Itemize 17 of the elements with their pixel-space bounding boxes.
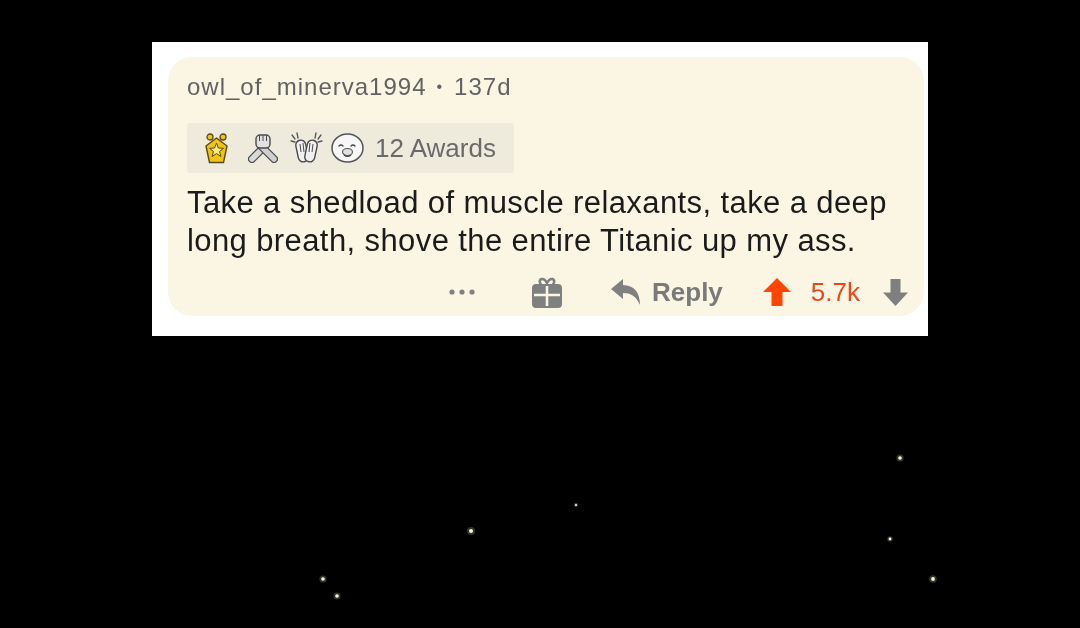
author-name[interactable]: owl_of_minerva1994 [187,74,427,100]
separator: • [436,77,444,97]
upvote-button[interactable] [762,278,791,306]
vote-score: 5.7k [810,277,860,307]
clasped-hands-icon [248,133,278,163]
seal-face-icon [331,133,364,163]
awards-bar[interactable]: 12 Awards [187,123,514,173]
comment-age: 137d [454,74,512,100]
reply-arrow-icon [611,279,642,305]
comment-text: Take a shedload of muscle relaxants, take a deep long breath, shove the entire Titanic up my ass. [187,184,888,260]
downvote-button[interactable] [883,278,908,306]
awards-count: 12 Awards [375,133,496,163]
reply-button[interactable]: Reply [611,277,723,307]
star-badge-icon [205,132,228,164]
gift-button[interactable] [532,276,563,308]
more-button[interactable] [449,289,476,295]
clapping-hands-icon [290,132,323,164]
